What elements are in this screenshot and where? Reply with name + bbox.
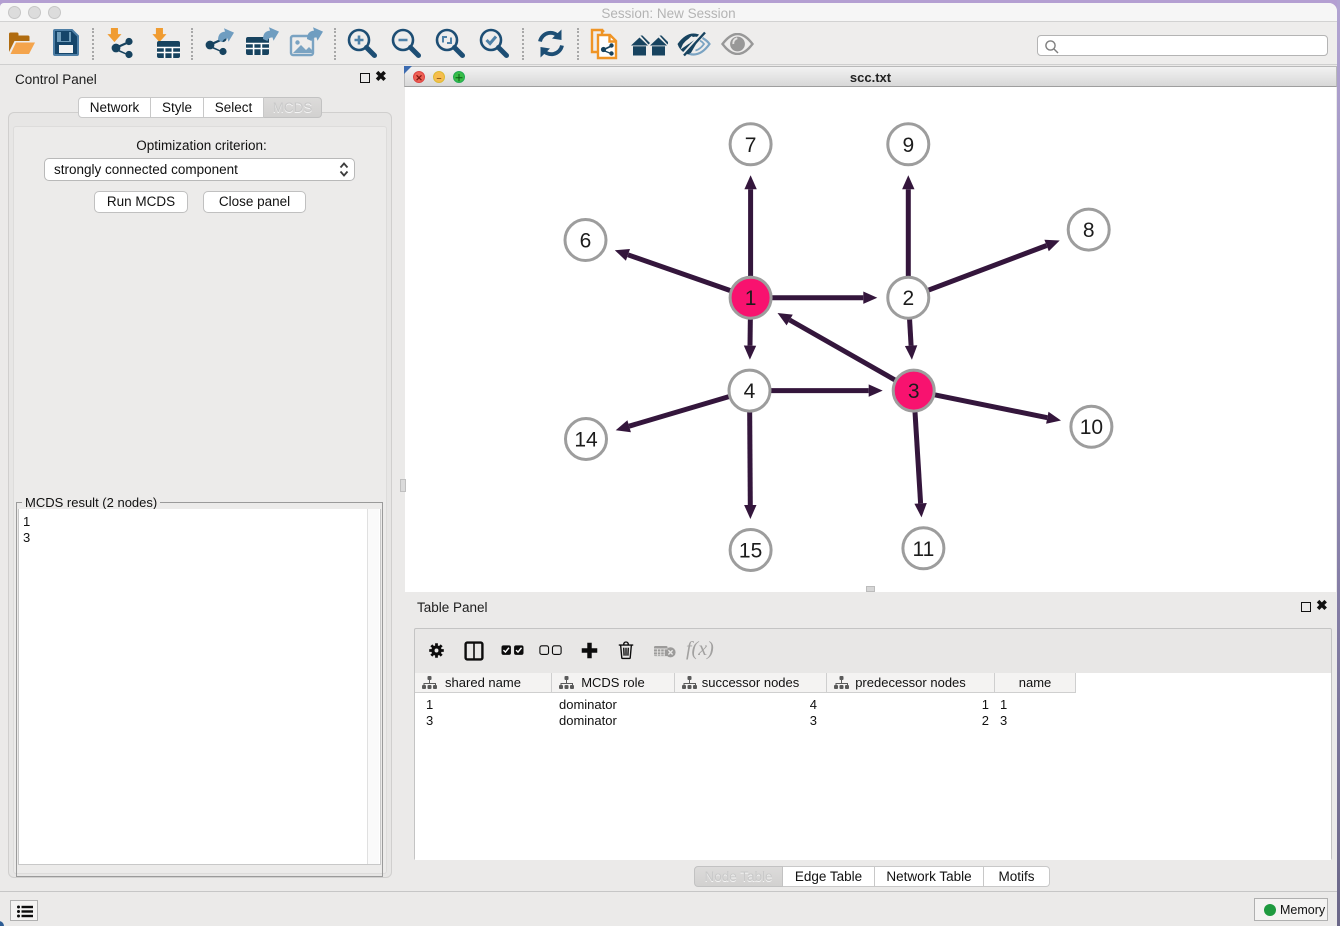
svg-text:14: 14 bbox=[574, 429, 598, 452]
svg-text:15: 15 bbox=[739, 540, 762, 563]
svg-text:7: 7 bbox=[745, 134, 757, 157]
svg-text:8: 8 bbox=[1083, 219, 1095, 242]
svg-text:9: 9 bbox=[902, 134, 914, 157]
svg-text:10: 10 bbox=[1080, 416, 1103, 439]
svg-text:1: 1 bbox=[745, 287, 757, 310]
svg-text:11: 11 bbox=[912, 538, 934, 561]
svg-text:2: 2 bbox=[902, 287, 914, 310]
svg-text:3: 3 bbox=[908, 380, 920, 403]
svg-text:6: 6 bbox=[580, 230, 592, 253]
svg-text:4: 4 bbox=[744, 380, 756, 403]
